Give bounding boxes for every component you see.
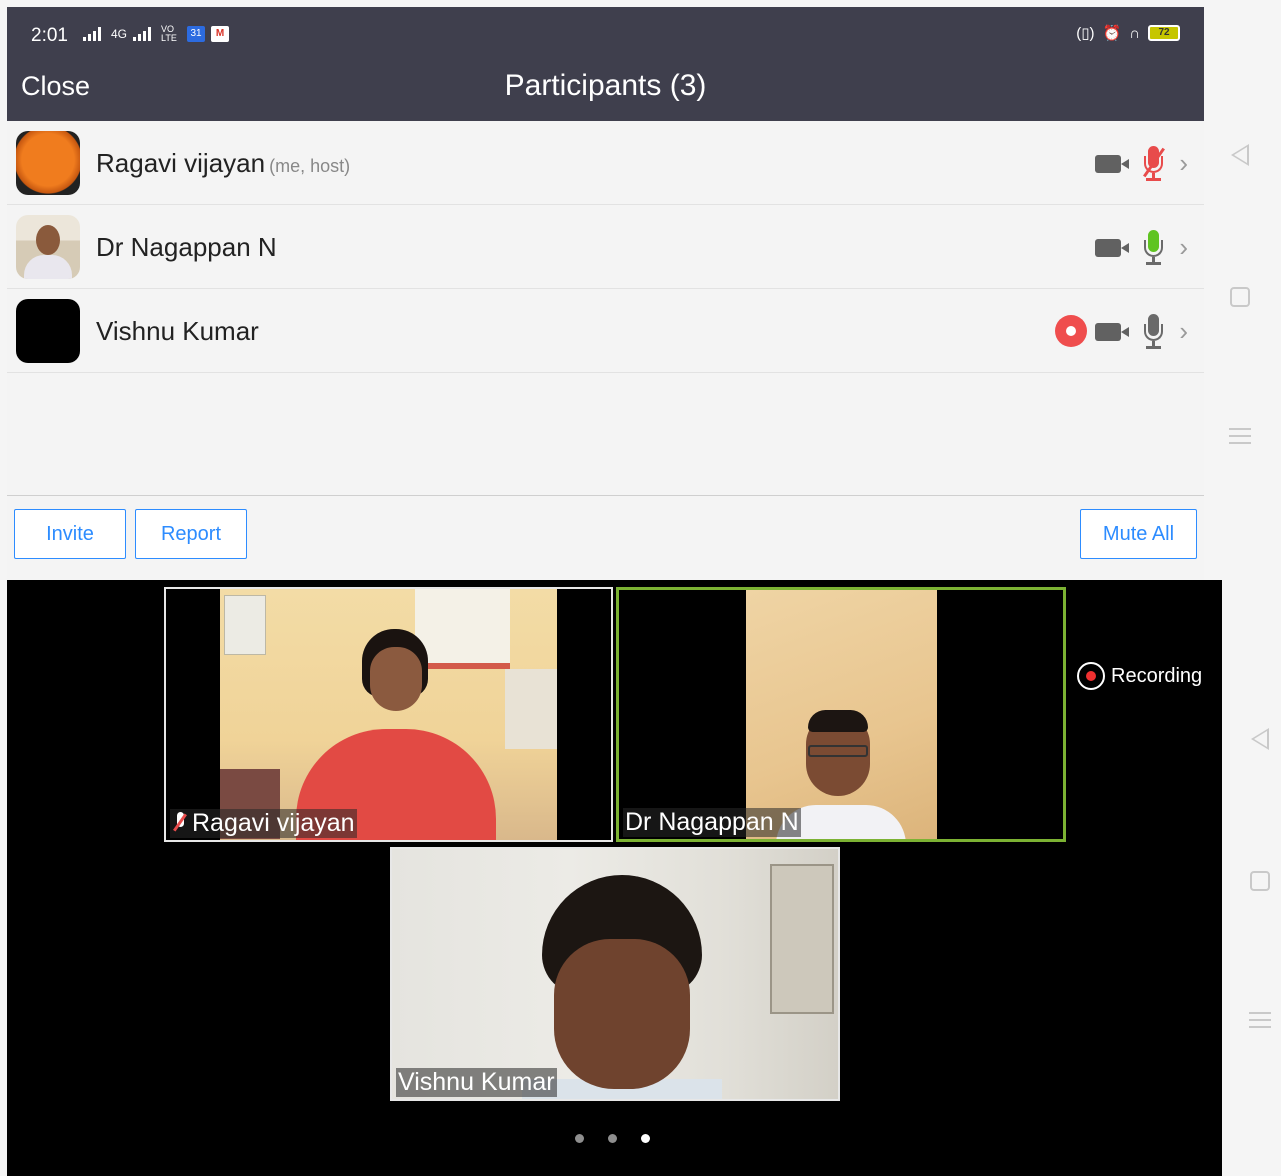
home-icon[interactable] [1230,287,1250,307]
participants-header: 2:01 4G VO LTE 31 M (▯) ⏰ ∩ 72 Close Par… [7,7,1204,121]
chevron-right-icon[interactable]: › [1179,148,1188,179]
participant-name: Ragavi vijayan (me, host) [96,148,350,179]
report-button[interactable]: Report [135,509,247,559]
microphone-active-icon[interactable] [1141,228,1165,266]
recording-label: Recording [1111,664,1203,687]
page-indicator [575,1134,650,1143]
status-icons-left: 4G VO LTE 31 M [83,24,230,43]
alarm-icon: ⏰ [1102,25,1122,42]
participant-name-text: Ragavi vijayan [96,148,266,178]
footer-divider [7,495,1204,496]
participant-name-text: Vishnu Kumar [96,316,259,346]
participant-controls: › [1055,311,1188,351]
participants-panel: 2:01 4G VO LTE 31 M (▯) ⏰ ∩ 72 Close Par… [7,7,1204,580]
tile-name-text: Vishnu Kumar [398,1068,555,1096]
video-tile[interactable]: Ragavi vijayan [164,587,613,842]
record-icon [1055,315,1088,347]
android-nav-bar [1212,144,1268,444]
video-tile-active-speaker[interactable]: Dr Nagappan N [616,587,1066,842]
video-camera-icon[interactable] [1095,321,1133,341]
network-4g-icon: 4G [111,27,128,41]
signal-icon-2 [133,27,155,41]
tile-name-text: Dr Nagappan N [625,808,799,836]
video-camera-icon[interactable] [1095,237,1133,257]
video-feed [746,590,937,839]
vibrate-icon: (▯) [1076,25,1095,42]
home-icon[interactable] [1250,871,1270,891]
menu-icon[interactable] [1249,1012,1271,1028]
participant-row[interactable]: Ragavi vijayan (me, host) › [7,121,1204,205]
tile-name-label: Vishnu Kumar [396,1068,557,1097]
battery-icon: 72 [1148,25,1180,41]
participant-row[interactable]: Dr Nagappan N › [7,205,1204,289]
microphone-muted-icon [172,811,188,833]
avatar [16,215,80,279]
back-icon[interactable] [1231,144,1249,166]
tile-name-text: Ragavi vijayan [192,809,355,837]
video-feed [220,589,557,840]
microphone-muted-icon[interactable] [1141,144,1166,182]
signal-icon [83,27,105,41]
gmail-icon: M [211,26,230,42]
tile-name-label: Dr Nagappan N [623,808,801,837]
participant-name-text: Dr Nagappan N [96,232,277,262]
participant-row[interactable]: Vishnu Kumar › [7,289,1204,373]
recording-indicator[interactable]: Recording [1077,662,1202,690]
video-feed [392,849,838,1099]
video-camera-icon[interactable] [1095,153,1133,173]
participant-name: Vishnu Kumar [96,316,259,347]
avatar [16,131,80,195]
chevron-right-icon[interactable]: › [1179,232,1188,263]
calendar-icon: 31 [187,26,206,42]
microphone-icon[interactable] [1141,312,1165,350]
status-time: 2:01 [31,25,68,46]
mute-all-button[interactable]: Mute All [1080,509,1197,559]
menu-icon[interactable] [1229,428,1251,444]
video-gallery[interactable]: Ragavi vijayan Dr Nagappan N Vishnu Kuma… [7,580,1222,1176]
page-title: Participants (3) [504,69,707,102]
back-icon[interactable] [1251,728,1269,750]
participant-role-tag: (me, host) [269,156,351,176]
android-nav-bar [1232,728,1281,1028]
page-dot[interactable] [608,1134,617,1143]
tile-name-label: Ragavi vijayan [170,809,357,838]
invite-button[interactable]: Invite [14,509,126,559]
status-icons-right: (▯) ⏰ ∩ 72 [1076,24,1180,42]
volte-icon: VO LTE [161,24,177,43]
headphones-icon: ∩ [1129,24,1140,42]
participant-name: Dr Nagappan N [96,232,277,263]
participants-screen: 2:01 4G VO LTE 31 M (▯) ⏰ ∩ 72 Close Par… [0,0,1281,580]
participant-controls: › [1095,143,1188,183]
gallery-screen: Ragavi vijayan Dr Nagappan N Vishnu Kuma… [0,580,1281,1176]
page-dot[interactable] [575,1134,584,1143]
participant-controls: › [1095,227,1188,267]
page-dot-active[interactable] [641,1134,650,1143]
chevron-right-icon[interactable]: › [1179,316,1188,347]
record-icon [1077,662,1105,690]
video-tile[interactable]: Vishnu Kumar [390,847,840,1101]
avatar [16,299,80,363]
